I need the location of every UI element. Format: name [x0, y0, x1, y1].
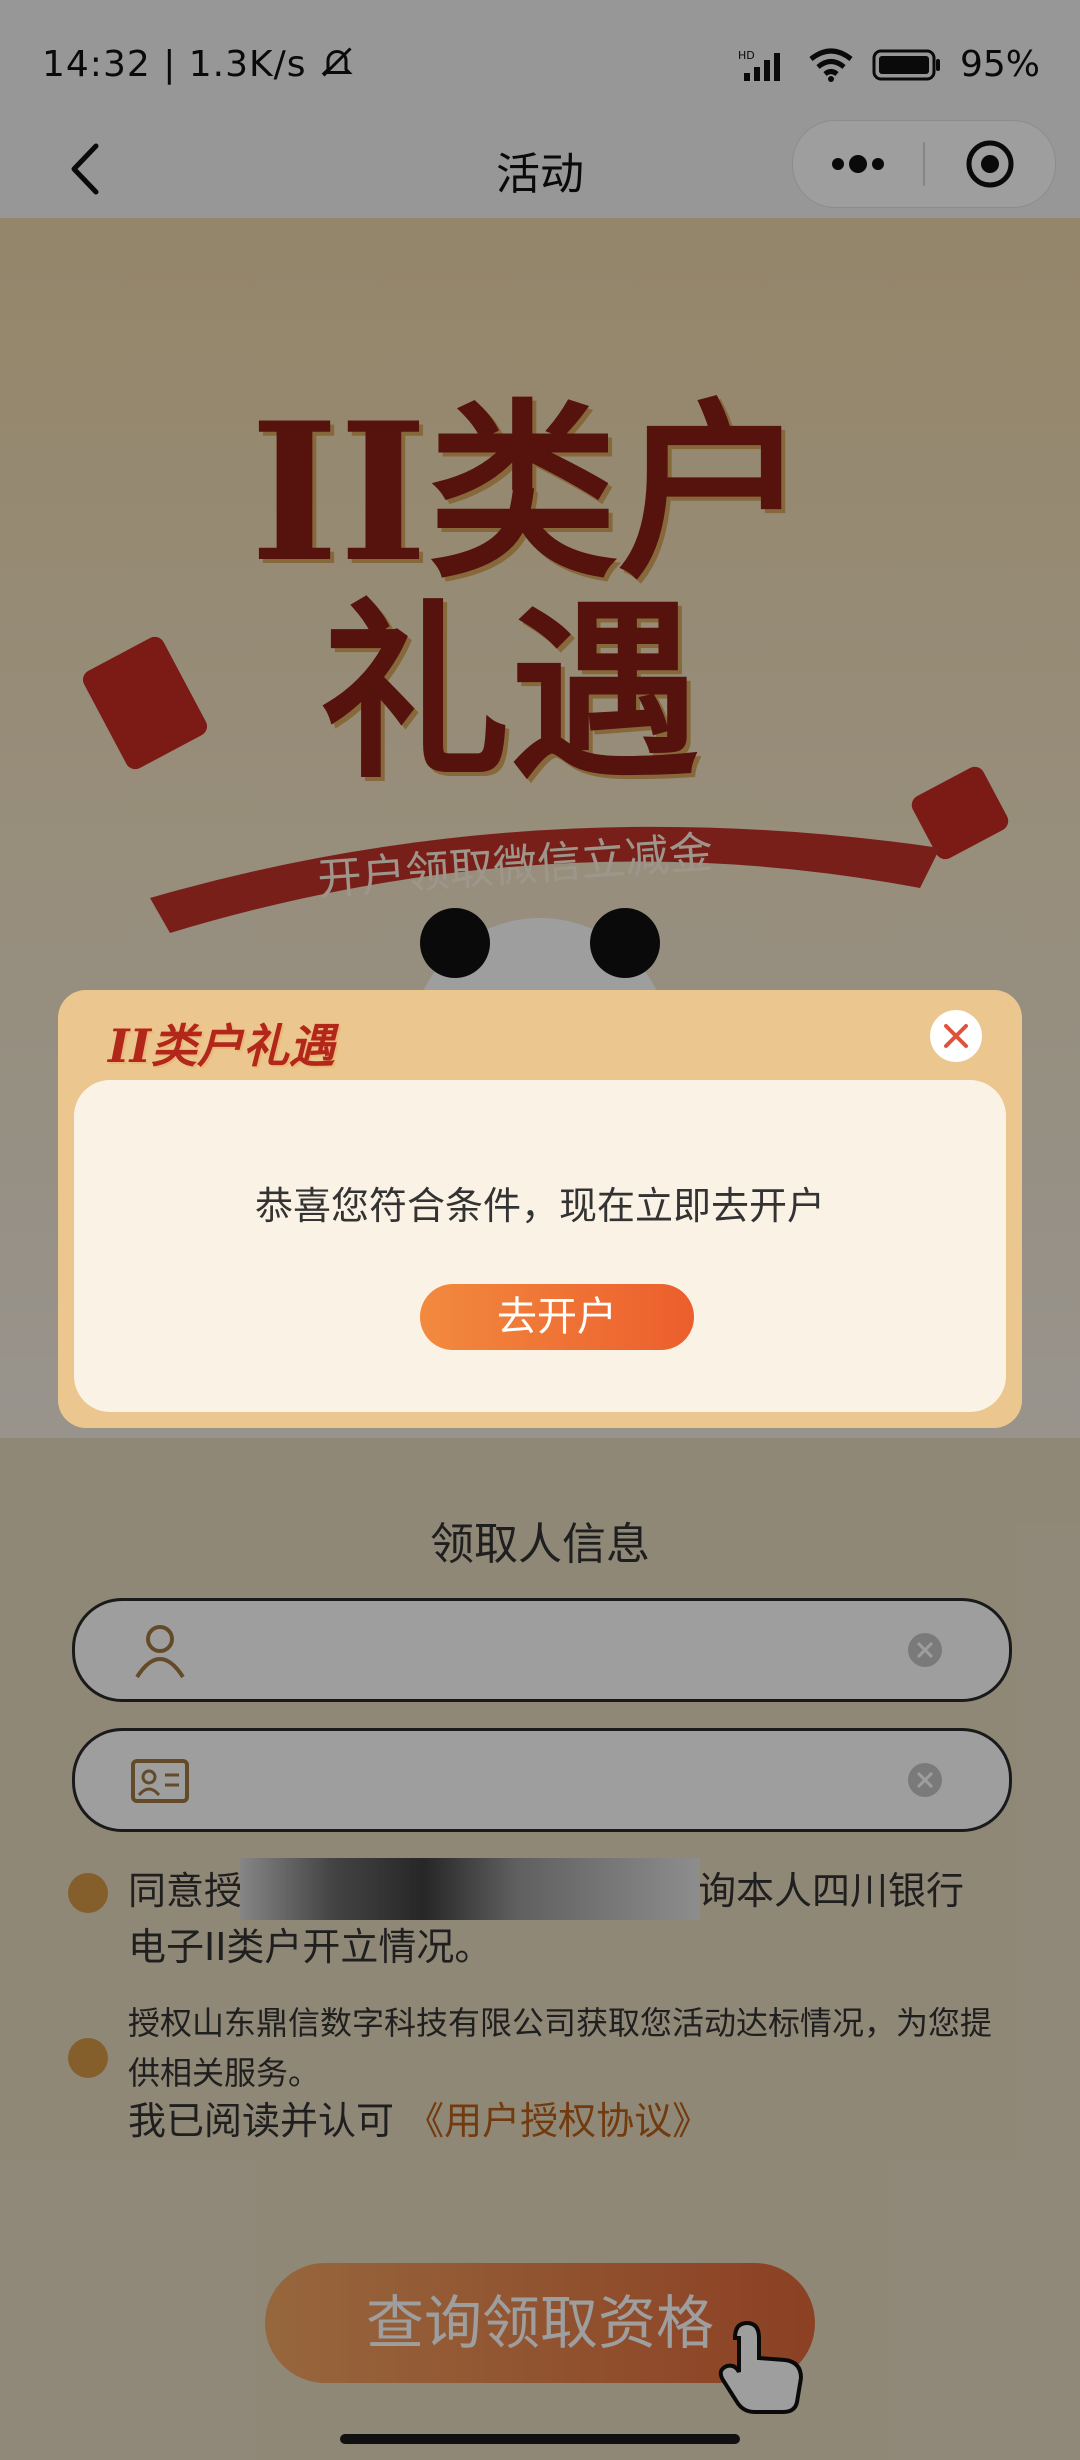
close-icon: [944, 1024, 968, 1048]
modal-close-button[interactable]: [930, 1010, 982, 1062]
modal-message: 恭喜您符合条件，现在立即去开户: [254, 1184, 825, 1228]
open-account-button[interactable]: 去开户: [420, 1284, 694, 1350]
modal-body: 恭喜您符合条件，现在立即去开户 去开户: [74, 1080, 1006, 1412]
modal-title: II类户礼遇: [108, 1019, 336, 1073]
home-indicator[interactable]: [340, 2434, 740, 2444]
eligibility-modal: II类户礼遇 恭喜您符合条件，现在立即去开户 去开户: [58, 990, 1022, 1428]
